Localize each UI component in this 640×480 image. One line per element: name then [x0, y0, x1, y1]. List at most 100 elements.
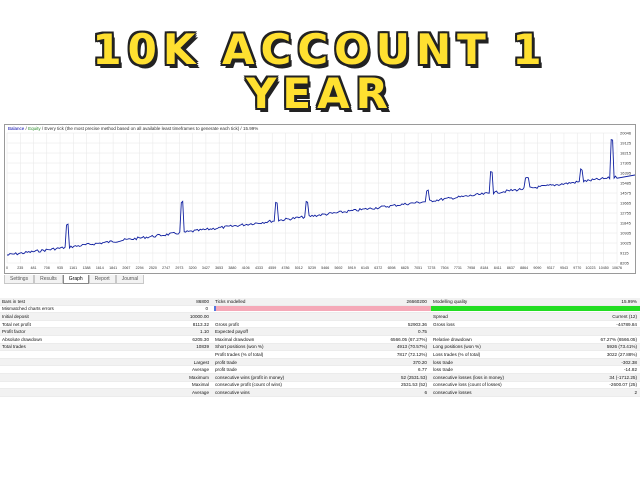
y-tick-label: 10935: [620, 231, 632, 236]
x-tick-label: 6598: [388, 266, 396, 270]
x-tick-label: 5919: [348, 266, 356, 270]
x-tick-label: 9543: [560, 266, 568, 270]
tab-settings[interactable]: Settings: [4, 275, 35, 284]
stat-value: 52 (2531.53): [400, 374, 427, 380]
stats-row: Maximum consecutive wins (profit in mone…: [0, 373, 640, 382]
stat-label: Loss trades (% of total): [433, 351, 481, 357]
x-tick-label: 7958: [467, 266, 475, 270]
stat-label: Modelling quality: [433, 298, 468, 304]
stat-value: 10000.00: [189, 313, 209, 319]
stat-label: loss trade: [433, 367, 453, 373]
stat-value: 4913 (70.57%): [396, 344, 427, 350]
stat-label: consecutive losses: [433, 389, 472, 395]
stat-label: Spread: [433, 313, 448, 319]
y-tick-label: 19125: [620, 141, 632, 146]
stat-label: Mismatched charts errors: [2, 306, 54, 312]
tab-journal[interactable]: Journal: [115, 275, 145, 284]
stats-row: Initial deposit 10000.00 Spread Current …: [0, 313, 640, 321]
stat-label: Profit factor: [2, 329, 26, 335]
stat-value: -44789.84: [616, 321, 637, 327]
y-tick-label: 20046: [620, 131, 632, 136]
x-tick-label: 708: [44, 266, 50, 270]
stat-value: 86800: [196, 298, 209, 304]
stat-label: Total trades: [2, 344, 26, 350]
stat-value: 67.27% (6566.05): [600, 336, 637, 342]
balance-chart: Balance / Equity / Every tick (the most …: [4, 124, 636, 274]
stats-row: Profit trades (% of total) 7817 (72.12%)…: [0, 351, 640, 359]
stat-value: 2531.53 (52): [400, 382, 427, 388]
x-tick-label: 6372: [374, 266, 382, 270]
stat-value: 0: [205, 306, 209, 312]
x-tick-label: 2294: [136, 266, 144, 270]
tab-report[interactable]: Report: [88, 275, 116, 284]
y-tick-label: 11845: [620, 221, 632, 226]
y-tick-label: 8205: [620, 261, 630, 266]
x-tick-label: 1841: [109, 266, 117, 270]
stat-label: Average: [191, 367, 209, 373]
tab-results[interactable]: Results: [34, 275, 63, 284]
stat-value: -2600.07 (25): [609, 382, 637, 388]
stats-table: Bars in test 86800 Ticks modelled 266602…: [0, 298, 640, 397]
stat-value: 6: [424, 389, 427, 395]
stat-label: loss trade: [433, 359, 453, 365]
stat-value: 6.77: [418, 367, 427, 373]
stat-label: Relative drawdown: [433, 336, 472, 342]
x-tick-label: 9317: [547, 266, 555, 270]
x-tick-label: 6825: [401, 266, 409, 270]
x-tick-label: 235: [17, 266, 23, 270]
x-tick-label: 1161: [69, 266, 77, 270]
stat-value: -14.82: [623, 367, 637, 373]
title-line-2: YEAR: [246, 69, 394, 118]
stat-label: Maximal drawdown: [215, 336, 255, 342]
x-tick-label: 3200: [189, 266, 197, 270]
x-tick-label: 4106: [242, 266, 250, 270]
stat-label: Maximum: [189, 374, 209, 380]
x-tick-label: 8184: [480, 266, 488, 270]
stat-label: consecutive wins: [215, 389, 250, 395]
x-tick-label: 5692: [335, 266, 343, 270]
tab-graph[interactable]: Graph: [62, 275, 89, 284]
y-tick-label: 9115: [620, 251, 629, 256]
x-tick-label: 7731: [454, 266, 462, 270]
x-tick-label: 7504: [441, 266, 449, 270]
x-tick-label: 9770: [573, 266, 581, 270]
title-line-1: 10K ACCOUNT 1: [92, 25, 548, 74]
stat-value: 26660200: [406, 298, 427, 304]
x-tick-label: 7051: [414, 266, 422, 270]
chart-svg: 20046 19125 18215 17305 16395 15485 14575 13665…: [6, 131, 635, 270]
stat-value: 52903.36: [407, 321, 427, 327]
x-tick-label: 935: [57, 266, 63, 270]
x-tick-label: 481: [31, 266, 37, 270]
x-tick-label: 3653: [215, 266, 223, 270]
stats-row: Mismatched charts errors 0: [0, 306, 640, 314]
x-tick-label: 6145: [361, 266, 369, 270]
stats-row: Maximal consecutive profit (count of win…: [0, 382, 640, 390]
x-tick-label: 10223: [585, 266, 595, 270]
stat-value: 15.99%: [621, 298, 637, 304]
x-tick-label: 8411: [494, 266, 502, 270]
stat-label: Total net profit: [2, 321, 31, 327]
stat-label: Maximal: [191, 382, 209, 388]
stat-label: Absolute drawdown: [2, 336, 43, 342]
stat-label: Expected payoff: [215, 329, 248, 335]
x-tick-label: 8864: [520, 266, 528, 270]
x-tick-label: 1388: [83, 266, 91, 270]
y-tick-label: 14575: [620, 191, 632, 196]
stat-label: Gross profit: [215, 321, 239, 327]
stat-label: Bars in test: [2, 298, 25, 304]
stat-value: 0.75: [418, 329, 427, 335]
stats-row: Average profit trade 6.77 loss trade -14…: [0, 366, 640, 374]
stat-label: Average: [191, 389, 209, 395]
stat-label: Long positions (won %): [433, 344, 481, 350]
y-tick-label: 12755: [620, 211, 632, 216]
x-tick-label: 5239: [308, 266, 316, 270]
stats-row: Total trades 10839 Short positions (won …: [0, 343, 640, 352]
stat-value: 8113.32: [192, 321, 209, 327]
y-tick-label: 15485: [620, 181, 632, 186]
balance-line: [7, 138, 635, 256]
quality-bar-segment-red: [216, 306, 431, 312]
x-tick-label: 4786: [281, 266, 289, 270]
stat-value: 370.20: [412, 359, 427, 365]
stat-value: 1.10: [200, 329, 209, 335]
x-tick-label: 8637: [507, 266, 515, 270]
